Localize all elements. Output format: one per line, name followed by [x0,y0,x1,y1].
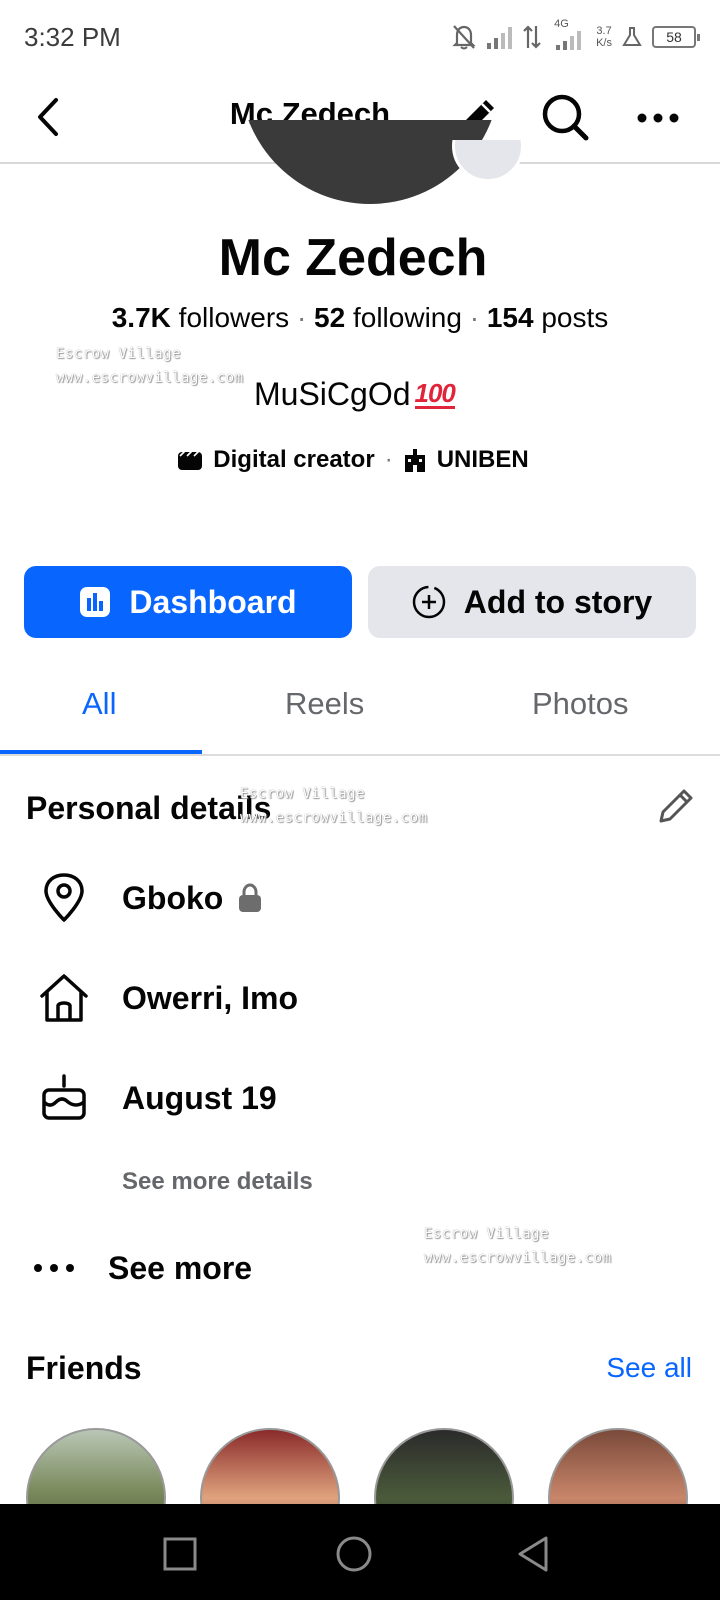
tab-reels[interactable]: Reels [285,686,364,722]
network-speed-value: 3.7 [596,25,612,37]
detail-hometown: Owerri, Imo [38,968,678,1028]
category-label: Digital creator [213,446,375,473]
edit-details-pencil-icon[interactable] [654,784,698,828]
data-transfer-icon [523,25,541,49]
more-dots-icon [34,1258,80,1278]
birthday-cake-icon [42,1074,86,1120]
search-icon[interactable] [538,90,594,146]
network-speed: 3.7 K/s [596,25,612,49]
status-bar: 3:32 PM 4G 3.7 K/s 58 [0,0,720,72]
network-type: 4G [554,18,569,30]
posts-count: 154 [486,302,534,333]
watermark-line-1: Escrow Village [424,1226,550,1242]
battery-icon: 58 [652,26,700,48]
signal-icon [487,25,513,49]
watermark-line-2: www.escrowvillage.com [240,810,428,826]
personal-details-title: Personal details [26,790,272,826]
stat-separator: · [296,302,307,333]
back-triangle-icon[interactable] [514,1534,554,1574]
status-icons: 4G 3.7 K/s 58 [451,18,700,54]
profile-tabs: All Reels Photos [0,664,720,756]
profile-stats: 3.7K followers · 52 following · 154 post… [0,302,720,334]
dashboard-label: Dashboard [129,583,297,620]
watermark: Escrow Village www.escrowvillage.com [240,782,428,830]
active-tab-indicator [0,750,202,754]
followers-count[interactable]: 3.7K [112,302,171,333]
watermark: Escrow Village www.escrowvillage.com [424,1222,612,1270]
see-more-label: See more [108,1249,253,1286]
signal-2-icon [556,30,582,50]
home-circle-icon[interactable] [334,1534,374,1574]
profile-name: Mc Zedech [218,229,488,287]
stat-separator: · [469,302,480,333]
watermark-line-2: www.escrowvillage.com [424,1250,612,1266]
watermark-line-1: Escrow Village [240,786,366,802]
creator-icon [178,450,203,470]
see-more-button[interactable]: See more [34,1238,252,1298]
watermark-line-1: Escrow Village [56,346,182,362]
recents-square-icon[interactable] [160,1534,200,1574]
detail-current-city: Gboko [38,868,678,928]
back-arrow-icon[interactable] [26,92,76,142]
watermark: Escrow Village www.escrowvillage.com [56,342,244,390]
dashboard-button[interactable]: Dashboard [24,566,352,638]
school-label[interactable]: UNIBEN [437,446,529,474]
meta-separator: · [384,446,393,473]
tab-all[interactable]: All [82,686,116,722]
see-more-details-link[interactable]: See more details [122,1168,313,1196]
hundred-points-emoji: 100 [414,378,456,409]
detail-birthday: August 19 [38,1068,678,1128]
network-4g-indicator: 4G [552,18,586,52]
more-horizontal-icon[interactable] [630,90,686,146]
profile-meta: Digital creator · UNIBEN [0,446,706,474]
posts-label: posts [541,302,609,333]
avatar-camera-badge[interactable] [452,140,524,188]
system-navigation-bar [0,1504,720,1600]
flask-icon [622,27,642,46]
current-city-text: Gboko [122,879,224,916]
home-icon [40,974,88,1022]
birthday-text: August 19 [122,1079,277,1116]
dashboard-chart-icon [80,587,111,617]
school-building-icon [404,449,425,472]
add-to-story-label: Add to story [463,583,653,620]
lock-icon [239,883,262,912]
location-pin-icon [44,873,84,922]
see-all-friends-link[interactable]: See all [606,1352,692,1384]
friends-title: Friends [26,1350,142,1386]
status-time: 3:32 PM [24,22,121,52]
add-to-story-button[interactable]: Add to story [368,566,696,638]
following-count[interactable]: 52 [314,302,345,333]
profile-bio: MuSiCgOd 100 [254,376,456,413]
notifications-off-icon [452,25,476,50]
following-label[interactable]: following [353,302,462,333]
followers-label[interactable]: followers [179,302,289,333]
network-speed-unit: K/s [596,37,612,49]
hometown-text: Owerri, Imo [122,979,299,1016]
watermark-line-2: www.escrowvillage.com [56,370,244,386]
tab-photos[interactable]: Photos [532,686,629,722]
bio-text: MuSiCgOd [254,376,411,412]
add-circle-icon [412,585,446,619]
